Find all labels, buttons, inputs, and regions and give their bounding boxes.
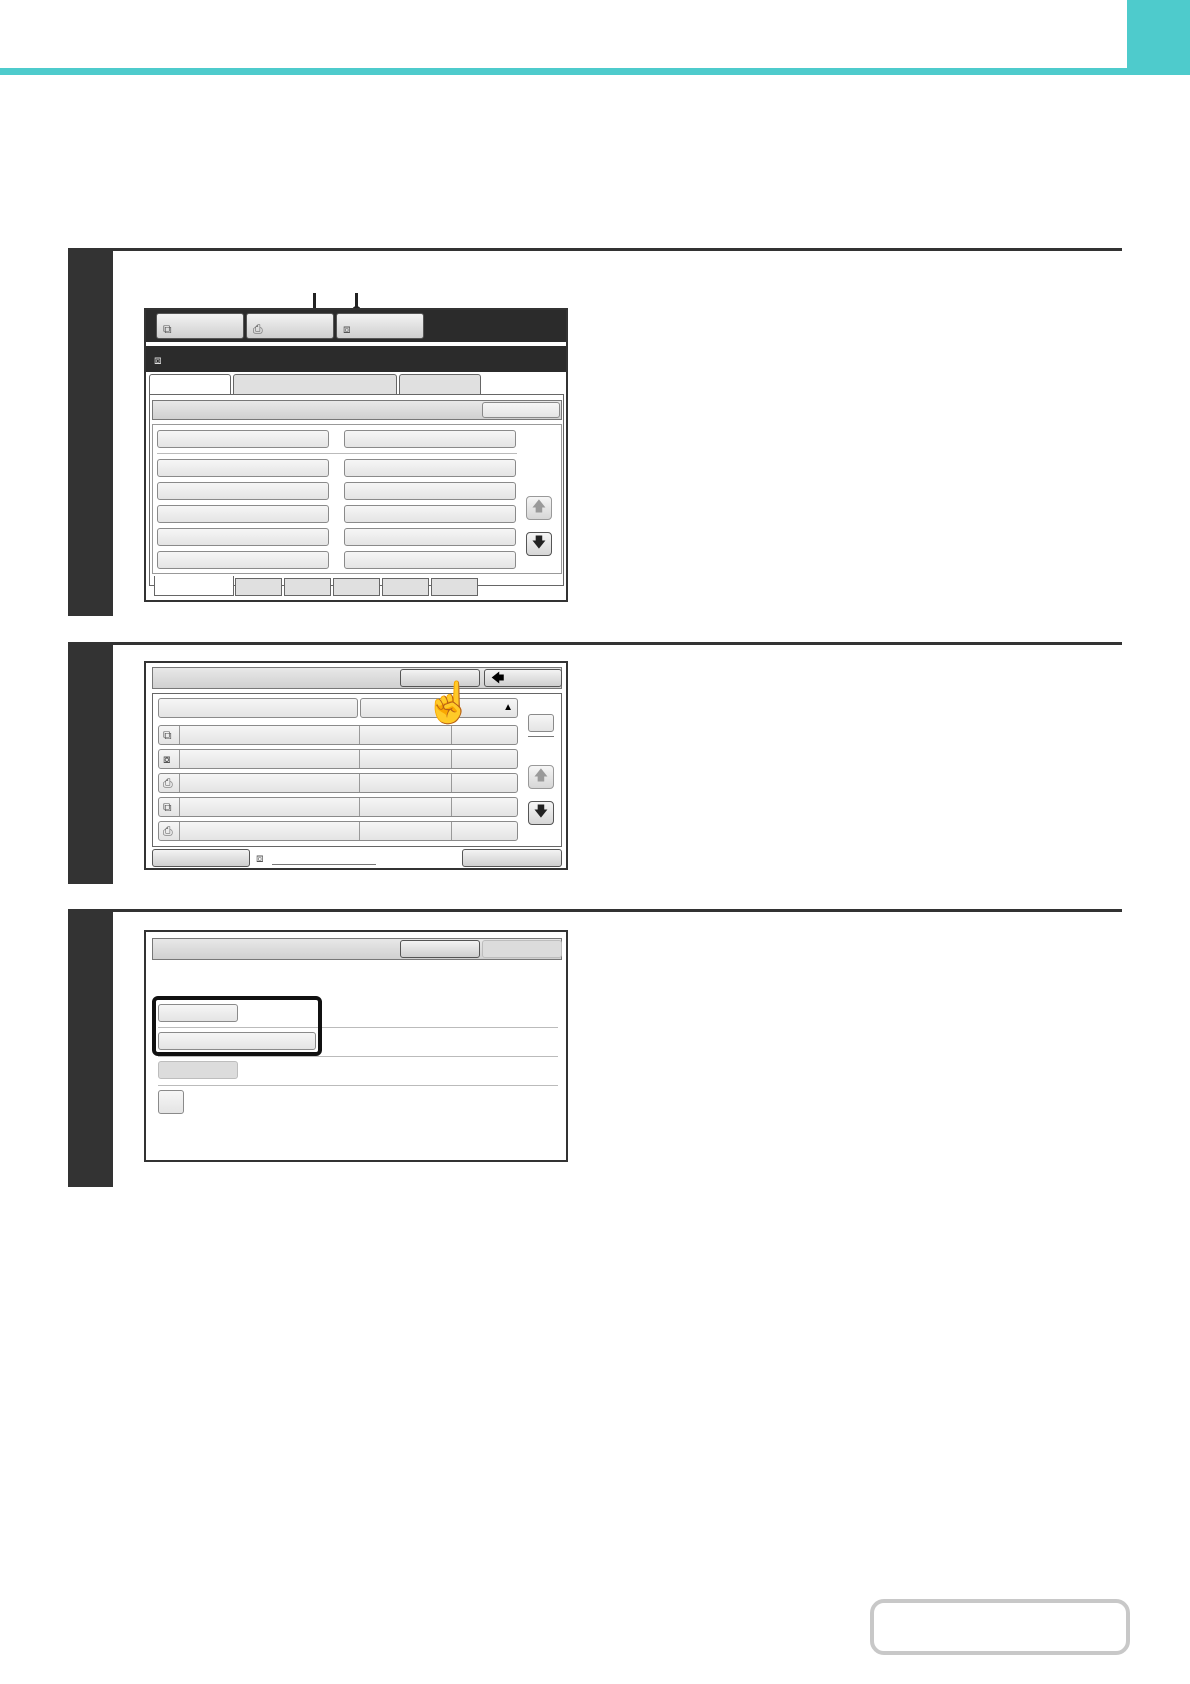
arrow-down-icon: 🡇 — [533, 803, 549, 819]
footer-underline — [272, 864, 376, 865]
index-tab-3[interactable] — [284, 578, 331, 596]
step-3-screen — [144, 930, 568, 1162]
footer-right-button[interactable] — [462, 849, 562, 867]
copy-icon: ⧉ — [163, 728, 172, 742]
folder-button-3[interactable] — [157, 459, 329, 477]
fax-icon: ⎙ — [253, 322, 263, 336]
option-separator — [158, 1056, 558, 1057]
index-tab-4[interactable] — [333, 578, 380, 596]
document-filing-mode-button[interactable]: ⧈ — [336, 313, 424, 339]
step-3-marker — [68, 909, 113, 1187]
scroll-up-button[interactable]: 🡅 — [528, 765, 554, 789]
arrow-left-icon: 🡄 — [491, 670, 505, 685]
file-row[interactable]: ⧉ — [158, 725, 518, 745]
folder-button-11[interactable] — [157, 551, 329, 569]
document-filing-icon: ⧈ — [343, 322, 351, 336]
page-indicator-button[interactable] — [528, 714, 554, 732]
tab-2[interactable] — [233, 374, 397, 394]
folder-button-10[interactable] — [344, 528, 516, 546]
row-divider — [359, 774, 360, 792]
detail-header-button-2 — [482, 940, 562, 958]
row-divider — [179, 774, 180, 792]
index-tab-5[interactable] — [382, 578, 429, 596]
header-accent-line — [0, 68, 1127, 75]
print-icon: ⎙ — [163, 824, 173, 838]
index-tab-6[interactable] — [431, 578, 478, 596]
folder-button-5[interactable] — [157, 482, 329, 500]
row-divider — [451, 726, 452, 744]
folder-button-4[interactable] — [344, 459, 516, 477]
step-2-screen: 🡄 ▲ ⧉ ⧇ ⎙ ⧉ ⎙ 🡅 🡇 ⧈ ☝ — [144, 661, 568, 870]
folder-header-button[interactable] — [482, 402, 560, 418]
page-indicator-line — [528, 736, 554, 737]
file-row[interactable]: ⎙ — [158, 821, 518, 841]
row-divider — [359, 798, 360, 816]
row-divider — [359, 750, 360, 768]
row-divider — [179, 822, 180, 840]
folder-button-8[interactable] — [344, 505, 516, 523]
row-divider — [451, 822, 452, 840]
highlight-frame — [152, 996, 322, 1056]
scroll-down-button[interactable]: 🡇 — [528, 801, 554, 825]
folder-button-2[interactable] — [344, 430, 516, 448]
file-row[interactable]: ⧇ — [158, 749, 518, 769]
document-filing-icon: ⧈ — [154, 353, 162, 367]
scroll-down-button[interactable]: 🡇 — [526, 532, 552, 556]
file-row[interactable]: ⎙ — [158, 773, 518, 793]
folder-button-9[interactable] — [157, 528, 329, 546]
step-2-marker — [68, 642, 113, 884]
step-1-screen: ⧉ ⎙ ⧈ ⧈ 🡅 🡇 — [144, 308, 568, 602]
folder-button-12[interactable] — [344, 551, 516, 569]
folder-separator — [157, 453, 517, 454]
fax-mode-button[interactable]: ⎙ — [246, 313, 334, 339]
arrow-down-icon: 🡇 — [531, 534, 547, 550]
folder-button-6[interactable] — [344, 482, 516, 500]
row-divider — [179, 750, 180, 768]
folder-button-7[interactable] — [157, 505, 329, 523]
copy-mode-button[interactable]: ⧉ — [156, 313, 244, 339]
header-accent-block — [1127, 0, 1190, 75]
option-button-3 — [158, 1061, 238, 1079]
row-divider — [451, 750, 452, 768]
row-divider — [179, 798, 180, 816]
scroll-up-button[interactable]: 🡅 — [526, 496, 552, 520]
footer-left-button[interactable] — [152, 849, 250, 867]
index-tab-2[interactable] — [235, 578, 282, 596]
folder-button-1[interactable] — [157, 430, 329, 448]
file-name-column-header[interactable] — [158, 698, 358, 718]
step-1-rule — [68, 248, 1122, 251]
page-nav-pill[interactable] — [870, 1599, 1130, 1655]
step-1-marker — [68, 248, 113, 616]
index-tab-1[interactable] — [154, 576, 234, 596]
print-icon: ⎙ — [163, 776, 173, 790]
pointing-hand-icon: ☝ — [424, 681, 474, 725]
option-checkbox[interactable] — [158, 1090, 184, 1114]
document-filing-icon: ⧈ — [256, 851, 264, 865]
row-divider — [359, 822, 360, 840]
arrow-up-icon: 🡅 — [531, 498, 547, 514]
detail-header-button-1[interactable] — [400, 940, 480, 958]
arrow-up-icon: 🡅 — [533, 767, 549, 783]
tab-3[interactable] — [399, 374, 481, 394]
row-divider — [451, 774, 452, 792]
tab-1[interactable] — [149, 374, 231, 394]
step-3-rule — [68, 909, 1122, 912]
title-bar: ⧈ — [146, 346, 566, 372]
copy-icon: ⧉ — [163, 322, 172, 336]
row-divider — [179, 726, 180, 744]
back-button[interactable]: 🡄 — [484, 669, 562, 687]
row-divider — [451, 798, 452, 816]
step-2-rule — [68, 642, 1122, 645]
triangle-up-icon: ▲ — [503, 702, 513, 713]
option-separator — [158, 1085, 558, 1086]
copy-icon: ⧉ — [163, 800, 172, 814]
file-row[interactable]: ⧉ — [158, 797, 518, 817]
row-divider — [359, 726, 360, 744]
scan-icon: ⧇ — [163, 752, 171, 766]
